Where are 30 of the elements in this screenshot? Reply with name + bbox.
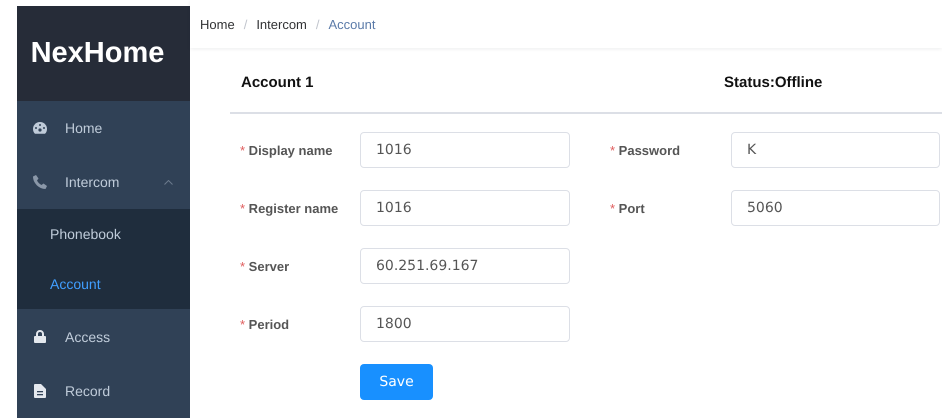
document-icon [34, 384, 46, 398]
app-logo: NexHome [17, 6, 190, 101]
field-label: * Password [610, 142, 682, 158]
field-label: * Port [610, 200, 646, 216]
sidebar-item[interactable]: Access [17, 309, 190, 364]
field-label: * Register name [240, 200, 340, 216]
input-field[interactable]: 60.251.69.167 [360, 248, 570, 284]
breadcrumb-link[interactable]: Home [200, 16, 235, 32]
lock-icon [33, 330, 47, 344]
input-field[interactable]: 5060 [731, 190, 940, 226]
field-label: * Server [240, 258, 290, 274]
breadcrumb-separator: / [244, 16, 248, 32]
breadcrumb-link[interactable]: Account [328, 16, 376, 32]
field-label: * Display name [240, 142, 334, 158]
input-field[interactable]: 1016 [360, 132, 570, 168]
breadcrumb-link[interactable]: Intercom [256, 16, 307, 32]
field-label: * Period [240, 316, 290, 332]
input-field[interactable]: 1016 [360, 190, 570, 226]
sidebar-item[interactable]: Intercom [17, 155, 190, 210]
sidebar-item[interactable]: Home [17, 100, 190, 156]
phone-icon [33, 175, 47, 190]
input-field[interactable]: 1800 [360, 306, 570, 342]
input-field[interactable]: K [731, 132, 940, 168]
dashboard-icon [33, 122, 47, 134]
sidebar-item[interactable]: Record [17, 364, 190, 418]
submenu-item[interactable]: Account [17, 259, 190, 310]
submenu-item[interactable]: Phonebook [17, 209, 190, 260]
status-text: Status:Offline [724, 74, 822, 90]
account-title: Account 1 [240, 74, 315, 90]
breadcrumb-separator: / [316, 16, 320, 32]
